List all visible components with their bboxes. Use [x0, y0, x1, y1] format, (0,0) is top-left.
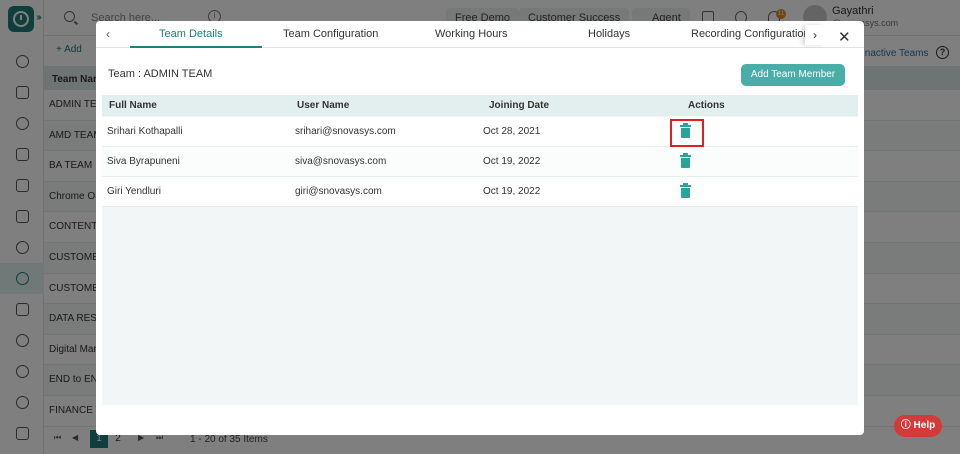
active-tab-indicator: [130, 46, 262, 48]
tab-working-hours[interactable]: Working Hours: [435, 28, 508, 40]
joining-date-cell: Oct 28, 2021: [483, 126, 541, 137]
user-name-cell: giri@snovasys.com: [295, 186, 382, 197]
tab-team-configuration[interactable]: Team Configuration: [283, 28, 378, 40]
highlight-box: [670, 119, 704, 147]
full-name-cell: Giri Yendluri: [107, 186, 161, 197]
tab-recording-configuration[interactable]: Recording Configuration: [691, 28, 810, 40]
help-button-label: Help: [913, 420, 936, 431]
close-icon[interactable]: ✕: [838, 28, 851, 46]
joining-date-cell: Oct 19, 2022: [483, 156, 541, 167]
chevron-left-icon[interactable]: ‹: [106, 27, 110, 41]
trash-icon[interactable]: [680, 153, 691, 168]
team-title: Team : ADMIN TEAM: [108, 68, 213, 80]
joining-date-cell: Oct 19, 2022: [483, 186, 541, 197]
table-row: Srihari Kothapalli srihari@snovasys.com …: [102, 117, 858, 147]
trash-icon[interactable]: [680, 183, 691, 198]
members-table: Full Name User Name Joining Date Actions…: [102, 95, 858, 405]
full-name-cell: Srihari Kothapalli: [107, 126, 183, 137]
add-team-member-button[interactable]: Add Team Member: [741, 64, 845, 86]
table-row: Siva Byrapuneni siva@snovasys.com Oct 19…: [102, 147, 858, 177]
user-name-cell: siva@snovasys.com: [295, 156, 387, 167]
full-name-cell: Siva Byrapuneni: [107, 156, 180, 167]
table-row: Giri Yendluri giri@snovasys.com Oct 19, …: [102, 177, 858, 207]
help-button[interactable]: ⓘ Help: [894, 415, 942, 437]
members-table-header: Full Name User Name Joining Date Actions: [102, 95, 858, 116]
column-joining-date: Joining Date: [489, 100, 550, 111]
team-details-modal: ‹ Team Details Team Configuration Workin…: [96, 21, 864, 435]
tab-holidays[interactable]: Holidays: [588, 28, 630, 40]
column-actions: Actions: [688, 100, 725, 111]
column-user-name: User Name: [297, 100, 350, 111]
column-full-name: Full Name: [109, 100, 157, 111]
modal-tabs: ‹ Team Details Team Configuration Workin…: [96, 21, 864, 48]
chevron-right-icon[interactable]: ›: [805, 25, 825, 45]
tab-team-details[interactable]: Team Details: [159, 28, 223, 40]
help-circle-icon: ⓘ: [900, 420, 914, 431]
user-name-cell: srihari@snovasys.com: [295, 126, 396, 137]
